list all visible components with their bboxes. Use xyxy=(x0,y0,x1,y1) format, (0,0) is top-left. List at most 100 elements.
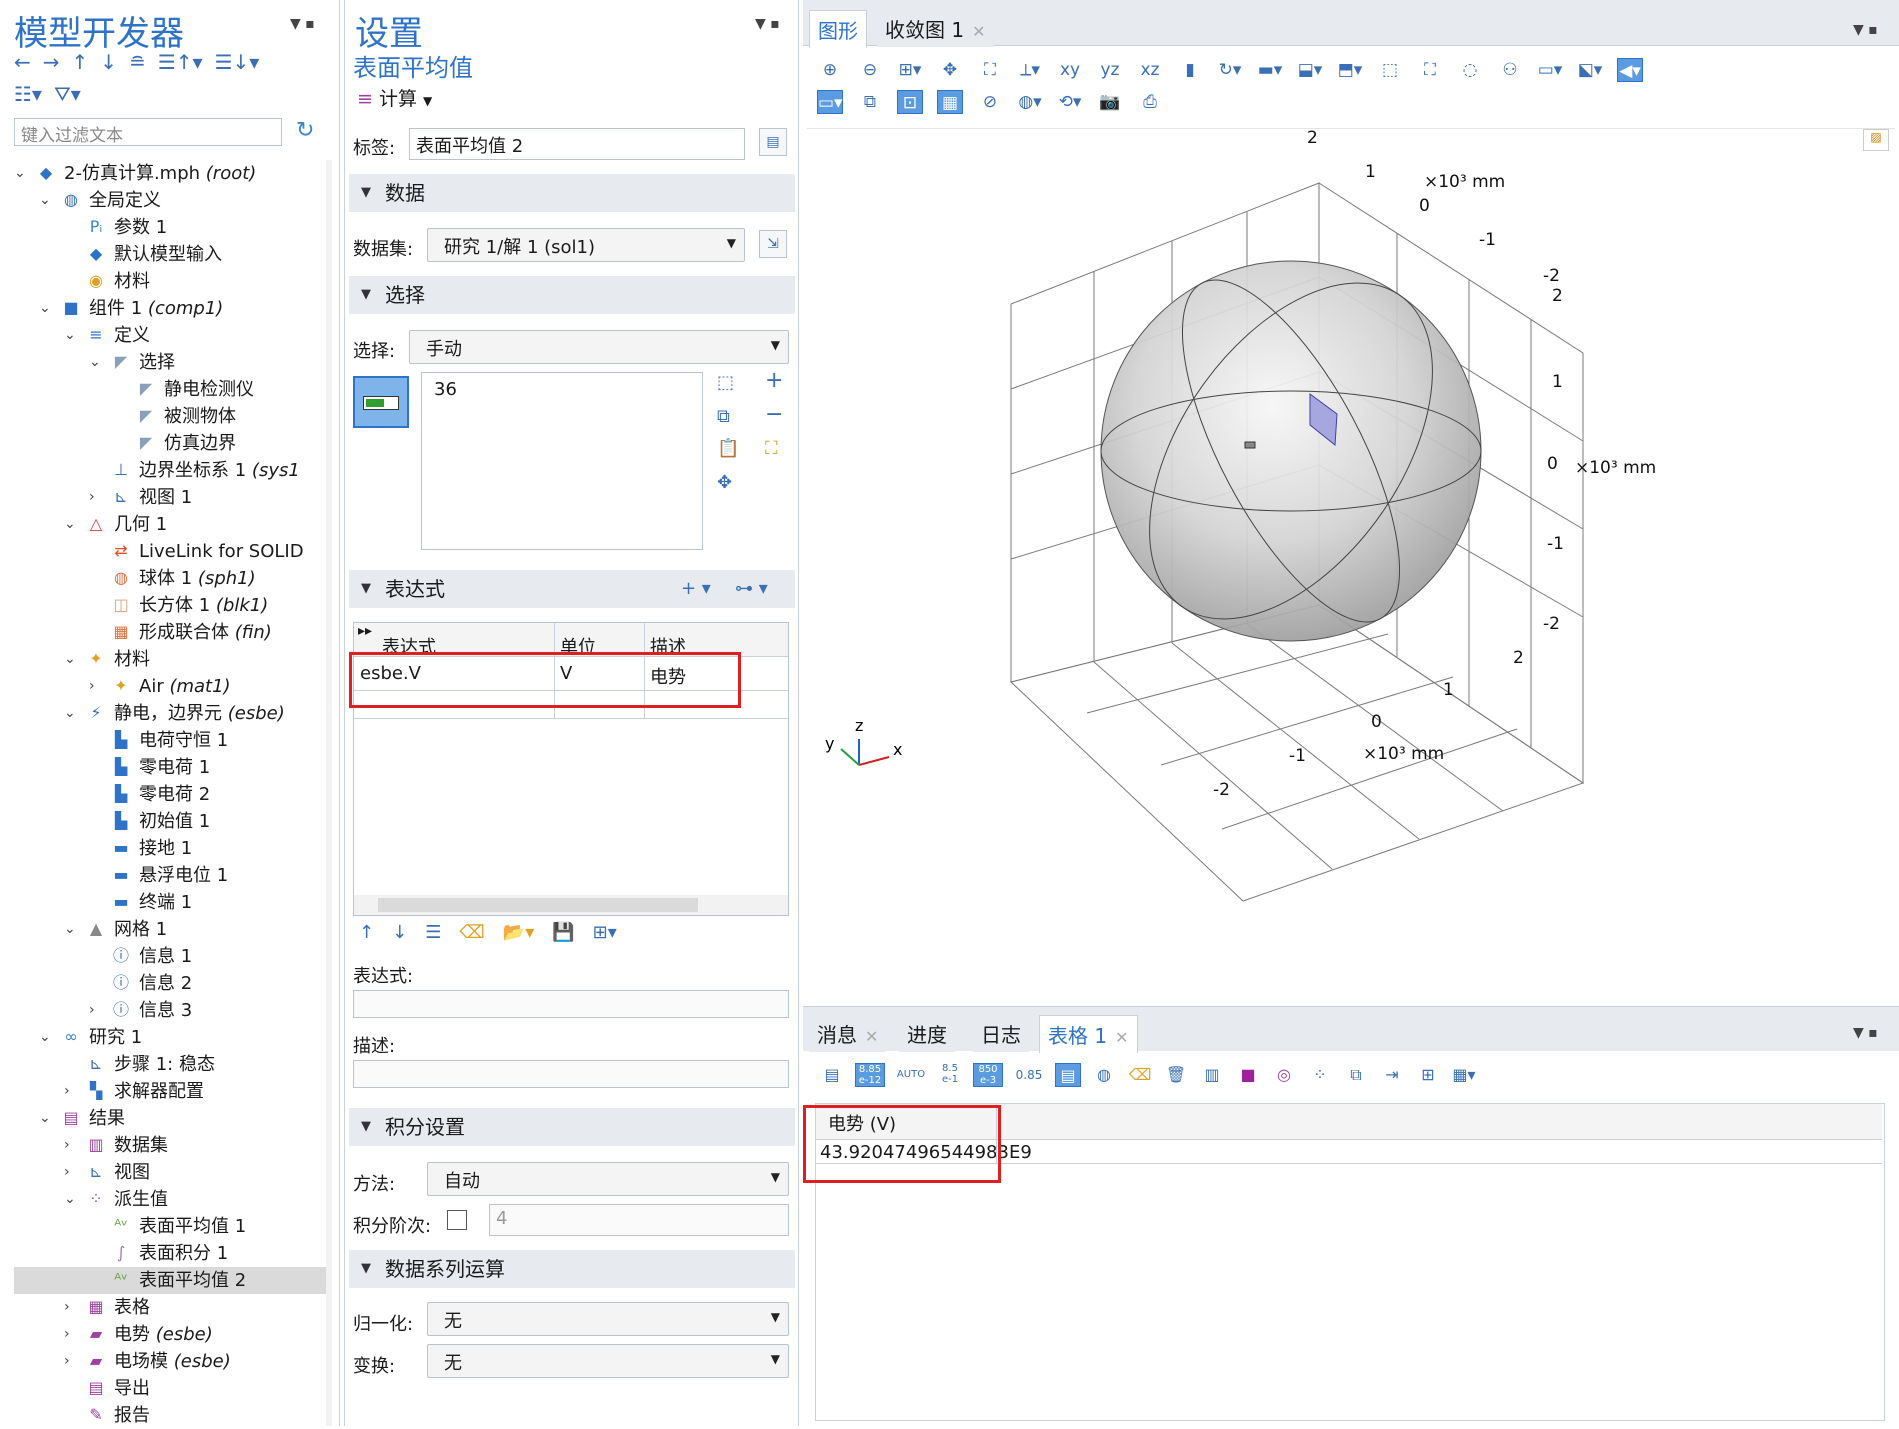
format-engineering-icon[interactable]: 8.5 e-1 xyxy=(937,1063,963,1087)
tree-item-sel-object[interactable]: ◤ 被测物体 xyxy=(14,403,326,430)
move-up-icon[interactable]: ↑ xyxy=(72,50,89,74)
normalization-select[interactable]: 无 xyxy=(427,1302,789,1336)
table-row[interactable]: esbe.V V 电势 xyxy=(354,657,788,691)
chevron-down-icon[interactable]: ⌄ xyxy=(39,1105,53,1132)
tree-item-floating-potential[interactable]: ▬ 悬浮电位 1 xyxy=(14,862,326,889)
tree-item-sel-detector[interactable]: ◤ 静电检测仪 xyxy=(14,376,326,403)
settings-panel-menu-icon[interactable]: ▼ ▪ xyxy=(755,16,780,32)
chevron-down-icon[interactable]: ⌄ xyxy=(64,646,78,673)
tree-item-sel-boundary[interactable]: ◤ 仿真边界 xyxy=(14,430,326,457)
tree-item-selections[interactable]: ⌄ ◤ 选择 xyxy=(14,349,326,376)
zoom-selection-icon[interactable]: ⛶ xyxy=(765,438,778,459)
table-graph-icon[interactable]: ▥ xyxy=(1199,1063,1225,1087)
refresh-table-icon[interactable]: ▤ xyxy=(819,1063,845,1087)
tree-item-block[interactable]: ◫ 长方体 1 (blk1) xyxy=(14,592,326,619)
selection-list[interactable]: 36 xyxy=(421,372,703,550)
user-views-icon[interactable]: ⚇ xyxy=(1497,58,1523,82)
chevron-right-icon[interactable]: › xyxy=(64,1078,78,1105)
select-boundaries-icon[interactable]: ⬒▾ xyxy=(1337,58,1363,82)
copy-selection-icon[interactable]: ⧉ xyxy=(717,406,730,427)
select-paste-icon[interactable]: ⬚ xyxy=(717,372,734,393)
tree-item-electrostatics-bem[interactable]: ⌄ ⚡ 静电，边界元 (esbe) xyxy=(14,700,326,727)
chevron-down-icon[interactable]: ⌄ xyxy=(39,1024,53,1051)
scatter-icon[interactable]: ⁘ xyxy=(1307,1063,1333,1087)
section-expression[interactable]: 表达式 xyxy=(349,570,795,608)
chevron-right-icon[interactable]: › xyxy=(64,1321,78,1348)
tree-item-definitions[interactable]: ⌄ ≡ 定义 xyxy=(14,322,326,349)
chevron-right-icon[interactable]: › xyxy=(89,673,103,700)
select-objects-icon[interactable]: ▬▾ xyxy=(1257,58,1283,82)
render-mesh-icon[interactable]: ⊡ xyxy=(897,90,923,114)
collapse-icon[interactable]: ≘ xyxy=(129,50,146,74)
chevron-right-icon[interactable]: › xyxy=(64,1132,78,1159)
tree-item-materials[interactable]: ⌄ ✦ 材料 xyxy=(14,646,326,673)
tab-messages[interactable]: 消息 ✕ xyxy=(809,1015,887,1052)
close-icon[interactable]: ✕ xyxy=(865,1027,878,1046)
panel-menu-icon[interactable]: ▼ ▪ xyxy=(290,16,315,32)
results-menu-icon[interactable]: ▼ ▪ xyxy=(1853,1025,1878,1041)
tree-item-efield-plot[interactable]: › ▰ 电场模 (esbe) xyxy=(14,1348,326,1375)
zoom-to-selection-icon[interactable]: ⛶ xyxy=(1417,58,1443,82)
expand-sort-icon[interactable]: ☰↑▾ xyxy=(158,50,203,74)
zoom-selection-icon[interactable]: ⛶ xyxy=(977,58,1003,82)
move-selection-icon[interactable]: ✥ xyxy=(717,472,732,493)
format-scientific-icon[interactable]: 8.85 e-12 xyxy=(855,1063,885,1087)
results-value[interactable]: 43.92047496544983E9 xyxy=(820,1142,1032,1163)
chevron-down-icon[interactable]: ⌄ xyxy=(64,1186,78,1213)
tree-item-view[interactable]: › ⊾ 视图 1 xyxy=(14,484,326,511)
tree-item-surface-average-2[interactable]: ᴬᵛ 表面平均值 2 xyxy=(14,1267,326,1294)
table-row-empty[interactable] xyxy=(354,691,788,719)
tree-item-report[interactable]: ✎ 报告 xyxy=(14,1402,326,1429)
add-icon[interactable]: + xyxy=(765,368,783,393)
tree-item-global-definitions[interactable]: ⌄ ◍ 全局定义 xyxy=(14,187,326,214)
sort-down-icon[interactable]: ☰↓▾ xyxy=(215,50,260,74)
copy-table-icon[interactable]: ⧉ xyxy=(1343,1063,1369,1087)
transform-select[interactable]: 无 xyxy=(427,1344,789,1378)
view-axis-icon[interactable]: ⟂▾ xyxy=(1017,58,1043,82)
dataset-select[interactable]: 研究 1/解 1 (sol1) xyxy=(427,228,745,262)
tree-item-ground[interactable]: ▬ 接地 1 xyxy=(14,835,326,862)
zoom-extents-icon[interactable]: ✥ xyxy=(937,58,963,82)
chevron-down-icon[interactable]: ⌄ xyxy=(39,187,53,214)
histogram-icon[interactable]: ◎ xyxy=(1271,1063,1297,1087)
table-row[interactable]: 43.92047496544983E9 xyxy=(816,1140,1882,1164)
tree-item-potential-plot[interactable]: › ▰ 电势 (esbe) xyxy=(14,1321,326,1348)
format-auto-icon[interactable]: AUTO xyxy=(895,1063,927,1087)
chevron-down-icon[interactable]: ⌄ xyxy=(14,160,28,187)
tree-item-step-stationary[interactable]: ⊾ 步骤 1: 稳态 xyxy=(14,1051,326,1078)
section-data[interactable]: 数据 xyxy=(349,174,795,212)
compute-button[interactable]: ≡ 计算 ▼ xyxy=(357,84,432,111)
tree-item-air[interactable]: › ✦ Air (mat1) xyxy=(14,673,326,700)
transparency-icon[interactable]: ⬕▾ xyxy=(1577,58,1603,82)
section-selection[interactable]: 选择 xyxy=(349,276,795,314)
selection-list-item[interactable]: 36 xyxy=(434,379,457,400)
tree-item-geometry[interactable]: ⌄ △ 几何 1 xyxy=(14,511,326,538)
move-up-icon[interactable]: ↑ xyxy=(359,922,374,943)
zoom-box-icon[interactable]: ⊞▾ xyxy=(897,58,923,82)
list-view-icon[interactable]: ☷▾ xyxy=(14,82,42,106)
hide-icon[interactable]: ◌ xyxy=(1457,58,1483,82)
chevron-down-icon[interactable]: ⌄ xyxy=(89,349,103,376)
chevron-right-icon[interactable]: › xyxy=(64,1348,78,1375)
tab-log[interactable]: 日志 xyxy=(973,1015,1029,1052)
selection-select[interactable]: 手动 xyxy=(409,330,789,364)
table-hscrollbar[interactable] xyxy=(354,895,788,915)
chevron-right-icon[interactable]: › xyxy=(89,997,103,1024)
move-down-icon[interactable]: ↓ xyxy=(100,50,117,74)
tab-table[interactable]: 表格 1 ✕ xyxy=(1039,1015,1138,1053)
tree-item-tables[interactable]: › ▦ 表格 xyxy=(14,1294,326,1321)
tree-item-initial-values[interactable]: ▙ 初始值 1 xyxy=(14,808,326,835)
view-xy-icon[interactable]: xy xyxy=(1057,58,1083,82)
wireframe-icon[interactable]: ⊘ xyxy=(977,90,1003,114)
scene-light-icon[interactable]: ◍▾ xyxy=(1017,90,1043,114)
clear-table-icon[interactable]: ⌫ xyxy=(1127,1063,1153,1087)
section-integration[interactable]: 积分设置 xyxy=(349,1108,795,1146)
format-engineering-2-icon[interactable]: 850 e-3 xyxy=(973,1063,1003,1087)
select-domains-icon[interactable]: ⬓▾ xyxy=(1297,58,1323,82)
full-precision-icon[interactable]: ▤ xyxy=(1055,1063,1081,1087)
zoom-out-icon[interactable]: ⊖ xyxy=(857,58,883,82)
zoom-in-icon[interactable]: ⊕ xyxy=(817,58,843,82)
list-icon[interactable]: ☰ xyxy=(425,922,441,943)
select-box-icon[interactable]: ⬚ xyxy=(1377,58,1403,82)
tree-item-default-inputs[interactable]: ◆ 默认模型输入 xyxy=(14,241,326,268)
